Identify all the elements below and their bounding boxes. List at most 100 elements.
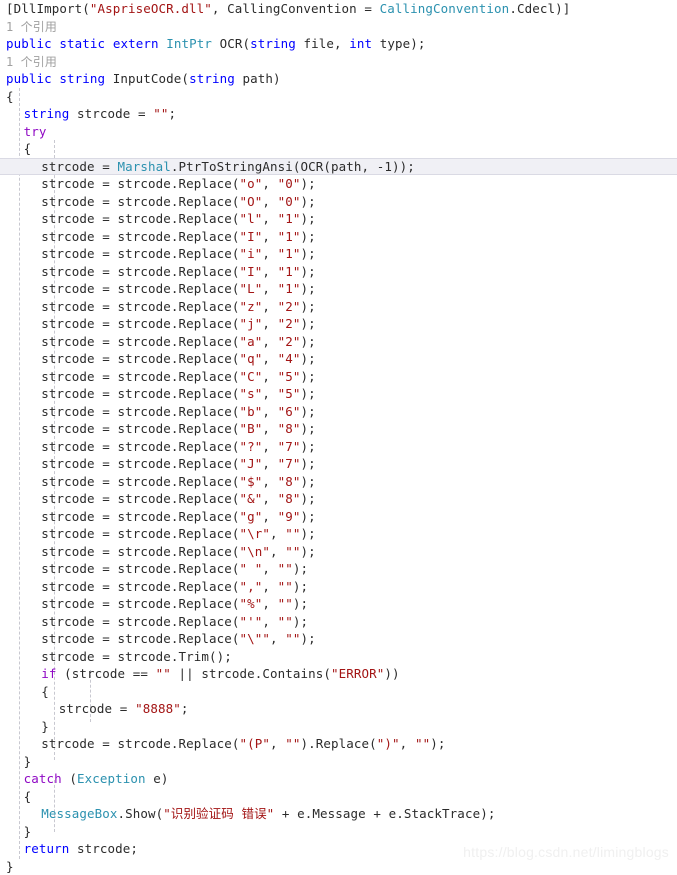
code-lines-container[interactable]: [DllImport("AspriseOCR.dll", CallingConv… bbox=[0, 0, 677, 875]
code-line: } bbox=[0, 823, 677, 841]
code-token-kw: static bbox=[59, 36, 105, 51]
code-line: strcode = strcode.Replace("g", "9"); bbox=[0, 508, 677, 526]
code-line: strcode = strcode.Replace("&", "8"); bbox=[0, 490, 677, 508]
code-token-kw: string bbox=[24, 106, 70, 121]
code-line: strcode = strcode.Replace("l", "1"); bbox=[0, 210, 677, 228]
code-line: } bbox=[0, 753, 677, 771]
code-token-plain: , bbox=[262, 351, 277, 366]
code-token-ref: 1 个引用 bbox=[6, 20, 57, 34]
code-token-plain: strcode = strcode.Replace( bbox=[41, 281, 239, 296]
code-token-plain: , CallingConvention = bbox=[212, 1, 380, 16]
code-token-str: "b" bbox=[239, 404, 262, 419]
code-token-plain: strcode = strcode.Replace( bbox=[41, 404, 239, 419]
code-line: strcode = strcode.Replace("\r", ""); bbox=[0, 525, 677, 543]
code-token-plain: , bbox=[262, 316, 277, 331]
code-token-str: "4" bbox=[278, 351, 301, 366]
code-token-plain: strcode = strcode.Replace( bbox=[41, 229, 239, 244]
code-token-plain: ); bbox=[301, 631, 316, 646]
code-editor: [DllImport("AspriseOCR.dll", CallingConv… bbox=[0, 0, 677, 870]
code-line: strcode = strcode.Replace("C", "5"); bbox=[0, 368, 677, 386]
code-token-str: "" bbox=[278, 596, 293, 611]
code-token-type: Marshal bbox=[117, 159, 170, 174]
code-token-plain: ); bbox=[301, 439, 316, 454]
code-token-plain: strcode = strcode.Replace( bbox=[41, 299, 239, 314]
code-token-plain: , bbox=[262, 229, 277, 244]
code-token-plain: , bbox=[262, 404, 277, 419]
code-line: { bbox=[0, 788, 677, 806]
code-token-plain: ); bbox=[430, 736, 445, 751]
code-token-brace: } bbox=[41, 719, 49, 734]
code-token-str: "识别验证码 错误" bbox=[163, 806, 274, 821]
code-token-plain: (strcode == bbox=[56, 666, 155, 681]
code-token-plain: strcode = strcode.Replace( bbox=[41, 736, 239, 751]
code-token-brace: } bbox=[24, 824, 32, 839]
code-token-plain: ; bbox=[169, 106, 177, 121]
code-token-plain: , bbox=[262, 334, 277, 349]
code-token-plain: , bbox=[262, 596, 277, 611]
code-token-plain: , bbox=[262, 491, 277, 506]
code-token-plain: , bbox=[262, 474, 277, 489]
code-token-kw: public bbox=[6, 71, 52, 86]
code-line: strcode = strcode.Replace("O", "0"); bbox=[0, 193, 677, 211]
code-token-plain: ); bbox=[301, 229, 316, 244]
code-token-plain: ); bbox=[293, 596, 308, 611]
code-token-brace: { bbox=[6, 89, 14, 104]
code-token-plain: strcode = strcode.Replace( bbox=[41, 264, 239, 279]
code-line: strcode = strcode.Replace("q", "4"); bbox=[0, 350, 677, 368]
code-token-plain: InputCode( bbox=[105, 71, 189, 86]
code-line: strcode = strcode.Replace("%", ""); bbox=[0, 595, 677, 613]
code-token-kw: string bbox=[59, 71, 105, 86]
code-token-str: "\"" bbox=[239, 631, 270, 646]
code-token-str: "9" bbox=[278, 509, 301, 524]
code-line: { bbox=[0, 683, 677, 701]
code-token-str: "(P" bbox=[239, 736, 270, 751]
code-token-plain: ); bbox=[293, 579, 308, 594]
code-token-plain: strcode = strcode.Replace( bbox=[41, 509, 239, 524]
code-token-plain: strcode = bbox=[41, 159, 117, 174]
code-token-str: "" bbox=[285, 631, 300, 646]
code-line: } bbox=[0, 718, 677, 736]
code-token-plain: , bbox=[262, 369, 277, 384]
code-line: string strcode = ""; bbox=[0, 105, 677, 123]
code-token-type: IntPtr bbox=[166, 36, 212, 51]
code-token-str: "C" bbox=[239, 369, 262, 384]
code-line: strcode = strcode.Replace("I", "1"); bbox=[0, 263, 677, 281]
code-line: strcode = strcode.Replace(" ", ""); bbox=[0, 560, 677, 578]
code-token-str: "" bbox=[415, 736, 430, 751]
code-line: { bbox=[0, 140, 677, 158]
code-line: } bbox=[0, 858, 677, 875]
code-token-plain: ); bbox=[301, 421, 316, 436]
code-token-str: "7" bbox=[278, 456, 301, 471]
code-token-str: "B" bbox=[239, 421, 262, 436]
code-token-kw: string bbox=[250, 36, 296, 51]
code-token-brace: } bbox=[24, 754, 32, 769]
code-line: { bbox=[0, 88, 677, 106]
code-token-str: "z" bbox=[239, 299, 262, 314]
code-line: strcode = strcode.Replace(",", ""); bbox=[0, 578, 677, 596]
code-token-str: "5" bbox=[278, 369, 301, 384]
code-token-plain: strcode = strcode.Trim(); bbox=[41, 649, 232, 664]
code-token-num: -1 bbox=[377, 159, 392, 174]
code-token-plain: , bbox=[262, 456, 277, 471]
code-token-plain: )); bbox=[392, 159, 415, 174]
code-token-plain: strcode = strcode.Replace( bbox=[41, 526, 239, 541]
code-token-plain: ); bbox=[301, 386, 316, 401]
code-line: strcode = strcode.Replace("B", "8"); bbox=[0, 420, 677, 438]
code-token-plain: strcode = strcode.Replace( bbox=[41, 351, 239, 366]
code-token-plain: ); bbox=[301, 456, 316, 471]
code-token-str: "\r" bbox=[239, 526, 270, 541]
code-token-plain: strcode = strcode.Replace( bbox=[41, 421, 239, 436]
code-token-brace: { bbox=[24, 789, 32, 804]
codelens-reference-line[interactable]: 1 个引用 bbox=[0, 53, 677, 71]
code-token-plain: strcode = strcode.Replace( bbox=[41, 176, 239, 191]
code-token-plain: type); bbox=[372, 36, 425, 51]
code-token-brace: } bbox=[6, 859, 14, 874]
code-token-plain: , bbox=[262, 281, 277, 296]
code-token-plain: .Cdecl)] bbox=[509, 1, 570, 16]
code-line: strcode = strcode.Replace("J", "7"); bbox=[0, 455, 677, 473]
codelens-reference-line[interactable]: 1 个引用 bbox=[0, 18, 677, 36]
code-token-plain: ( bbox=[62, 771, 77, 786]
code-token-plain: strcode = bbox=[59, 701, 135, 716]
code-token-brace: { bbox=[41, 684, 49, 699]
code-line: strcode = strcode.Replace("\n", ""); bbox=[0, 543, 677, 561]
